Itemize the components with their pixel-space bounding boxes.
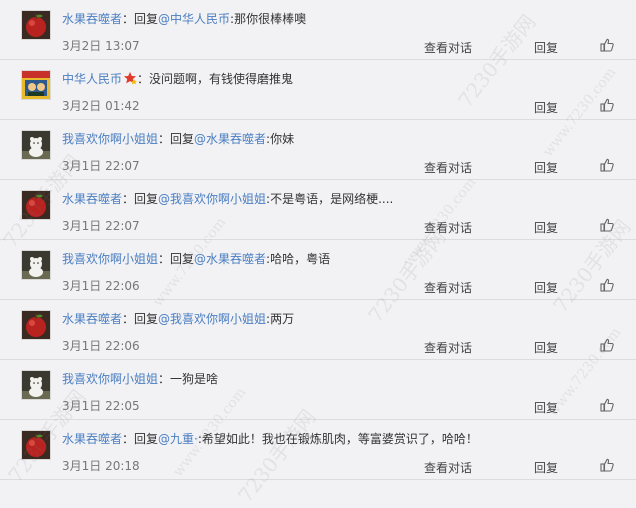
reply-link[interactable]: 回复 [534, 399, 558, 416]
comment-text-prefix: ：回复 [158, 252, 195, 266]
view-conversation-link[interactable]: 查看对话 [424, 159, 472, 176]
comment-item: 水果吞噬者：回复@九重·:希望如此！我也在锻炼肌肉，等富婆赏识了，哈哈！ 3月1… [0, 420, 636, 480]
thumbs-up-icon[interactable] [600, 38, 614, 52]
view-conversation-link[interactable]: 查看对话 [424, 339, 472, 356]
comment-time[interactable]: 3月2日 01:42 [62, 97, 140, 114]
comment-username[interactable]: 中华人民币 [62, 72, 122, 86]
comment-item: 水果吞噬者：回复@我喜欢你啊小姐姐:不是粤语，是网络梗.... 3月1日 22:… [0, 180, 636, 240]
reply-link[interactable]: 回复 [534, 159, 558, 176]
thumbs-up-icon[interactable] [600, 158, 614, 172]
comment-username[interactable]: 我喜欢你啊小姐姐 [62, 132, 158, 146]
view-conversation-link[interactable]: 查看对话 [424, 459, 472, 476]
thumbs-up-icon[interactable] [600, 218, 614, 232]
comment-item: 水果吞噬者：回复@中华人民币:那你很棒棒噢 3月2日 13:07 查看对话 回复 [0, 0, 636, 60]
mention-link[interactable]: @九重· [158, 432, 198, 446]
comment-item: 水果吞噬者：回复@我喜欢你啊小姐姐:两万 3月1日 22:06 查看对话 回复 [0, 300, 636, 360]
comment-username[interactable]: 我喜欢你啊小姐姐 [62, 372, 158, 386]
comment-item: 我喜欢你啊小姐姐：回复@水果吞噬者:哈哈，粤语 3月1日 22:06 查看对话 … [0, 240, 636, 300]
bear-avatar[interactable] [21, 130, 51, 160]
reply-link[interactable]: 回复 [534, 99, 558, 116]
apple-avatar[interactable] [21, 310, 51, 340]
comment-line: 我喜欢你啊小姐姐：回复@水果吞噬者:哈哈，粤语 [62, 251, 616, 267]
bear-avatar[interactable] [21, 250, 51, 280]
comment-list: 水果吞噬者：回复@中华人民币:那你很棒棒噢 3月2日 13:07 查看对话 回复… [0, 0, 636, 480]
poster-avatar[interactable] [21, 70, 51, 100]
comment-item: 我喜欢你啊小姐姐：一狗是啥 3月1日 22:05 回复 [0, 360, 636, 420]
thumbs-up-icon[interactable] [600, 278, 614, 292]
comment-text: :哈哈，粤语 [266, 252, 331, 266]
comment-time[interactable]: 3月1日 22:07 [62, 217, 140, 234]
thumbs-up-icon[interactable] [600, 398, 614, 412]
comment-line: 水果吞噬者：回复@我喜欢你啊小姐姐:两万 [62, 311, 616, 327]
view-conversation-link[interactable]: 查看对话 [424, 39, 472, 56]
comment-line: 我喜欢你啊小姐姐：回复@水果吞噬者:你妹 [62, 131, 616, 147]
bear-avatar[interactable] [21, 370, 51, 400]
comment-time[interactable]: 3月1日 22:06 [62, 337, 140, 354]
reply-link[interactable]: 回复 [534, 39, 558, 56]
reply-link[interactable]: 回复 [534, 459, 558, 476]
comment-text-prefix: ：回复 [122, 432, 159, 446]
mention-link[interactable]: @中华人民币 [158, 12, 230, 26]
comment-username[interactable]: 水果吞噬者 [62, 312, 122, 326]
comment-text: :希望如此！我也在锻炼肌肉，等富婆赏识了，哈哈！ [197, 432, 478, 446]
comment-item: 我喜欢你啊小姐姐：回复@水果吞噬者:你妹 3月1日 22:07 查看对话 回复 [0, 120, 636, 180]
comment-username[interactable]: 水果吞噬者 [62, 432, 122, 446]
comment-item: 中华人民币 ：没问题啊，有钱使得磨推鬼 3月2日 01:42 回复 [0, 60, 636, 120]
comment-time[interactable]: 3月1日 22:07 [62, 157, 140, 174]
comment-text: :不是粤语，是网络梗.... [266, 192, 394, 206]
comment-text: :那你很棒棒噢 [230, 12, 307, 26]
reply-link[interactable]: 回复 [534, 279, 558, 296]
comment-text: :你妹 [266, 132, 295, 146]
apple-avatar[interactable] [21, 190, 51, 220]
comment-username[interactable]: 水果吞噬者 [62, 192, 122, 206]
mention-link[interactable]: @水果吞噬者 [194, 252, 266, 266]
comment-time[interactable]: 3月2日 13:07 [62, 37, 140, 54]
mention-link[interactable]: @水果吞噬者 [194, 132, 266, 146]
comment-text-prefix: ：回复 [122, 312, 159, 326]
view-conversation-link[interactable]: 查看对话 [424, 279, 472, 296]
comment-line: 水果吞噬者：回复@九重·:希望如此！我也在锻炼肌肉，等富婆赏识了，哈哈！ [62, 431, 616, 447]
apple-avatar[interactable] [21, 10, 51, 40]
comment-text-prefix: ：回复 [122, 12, 159, 26]
comment-text-prefix: ：回复 [158, 132, 195, 146]
comment-username[interactable]: 我喜欢你啊小姐姐 [62, 252, 158, 266]
comment-username[interactable]: 水果吞噬者 [62, 12, 122, 26]
comment-time[interactable]: 3月1日 22:05 [62, 397, 140, 414]
reply-link[interactable]: 回复 [534, 339, 558, 356]
view-conversation-link[interactable]: 查看对话 [424, 219, 472, 236]
thumbs-up-icon[interactable] [600, 98, 614, 112]
mention-link[interactable]: @我喜欢你啊小姐姐 [158, 192, 266, 206]
comment-text-prefix: ：回复 [122, 192, 159, 206]
comment-line: 中华人民币 ：没问题啊，有钱使得磨推鬼 [62, 71, 616, 87]
comment-text: :两万 [266, 312, 295, 326]
thumbs-up-icon[interactable] [600, 338, 614, 352]
comment-line: 我喜欢你啊小姐姐：一狗是啥 [62, 371, 616, 387]
comment-line: 水果吞噬者：回复@中华人民币:那你很棒棒噢 [62, 11, 616, 27]
vip-star-icon [123, 71, 138, 85]
mention-link[interactable]: @我喜欢你啊小姐姐 [158, 312, 266, 326]
apple-avatar[interactable] [21, 430, 51, 460]
comment-time[interactable]: 3月1日 22:06 [62, 277, 140, 294]
comment-text-prefix: ：没问题啊，有钱使得磨推鬼 [137, 72, 294, 86]
reply-link[interactable]: 回复 [534, 219, 558, 236]
comment-text-prefix: ：一狗是啥 [158, 372, 219, 386]
comment-line: 水果吞噬者：回复@我喜欢你啊小姐姐:不是粤语，是网络梗.... [62, 191, 616, 207]
comment-time[interactable]: 3月1日 20:18 [62, 457, 140, 474]
thumbs-up-icon[interactable] [600, 458, 614, 472]
